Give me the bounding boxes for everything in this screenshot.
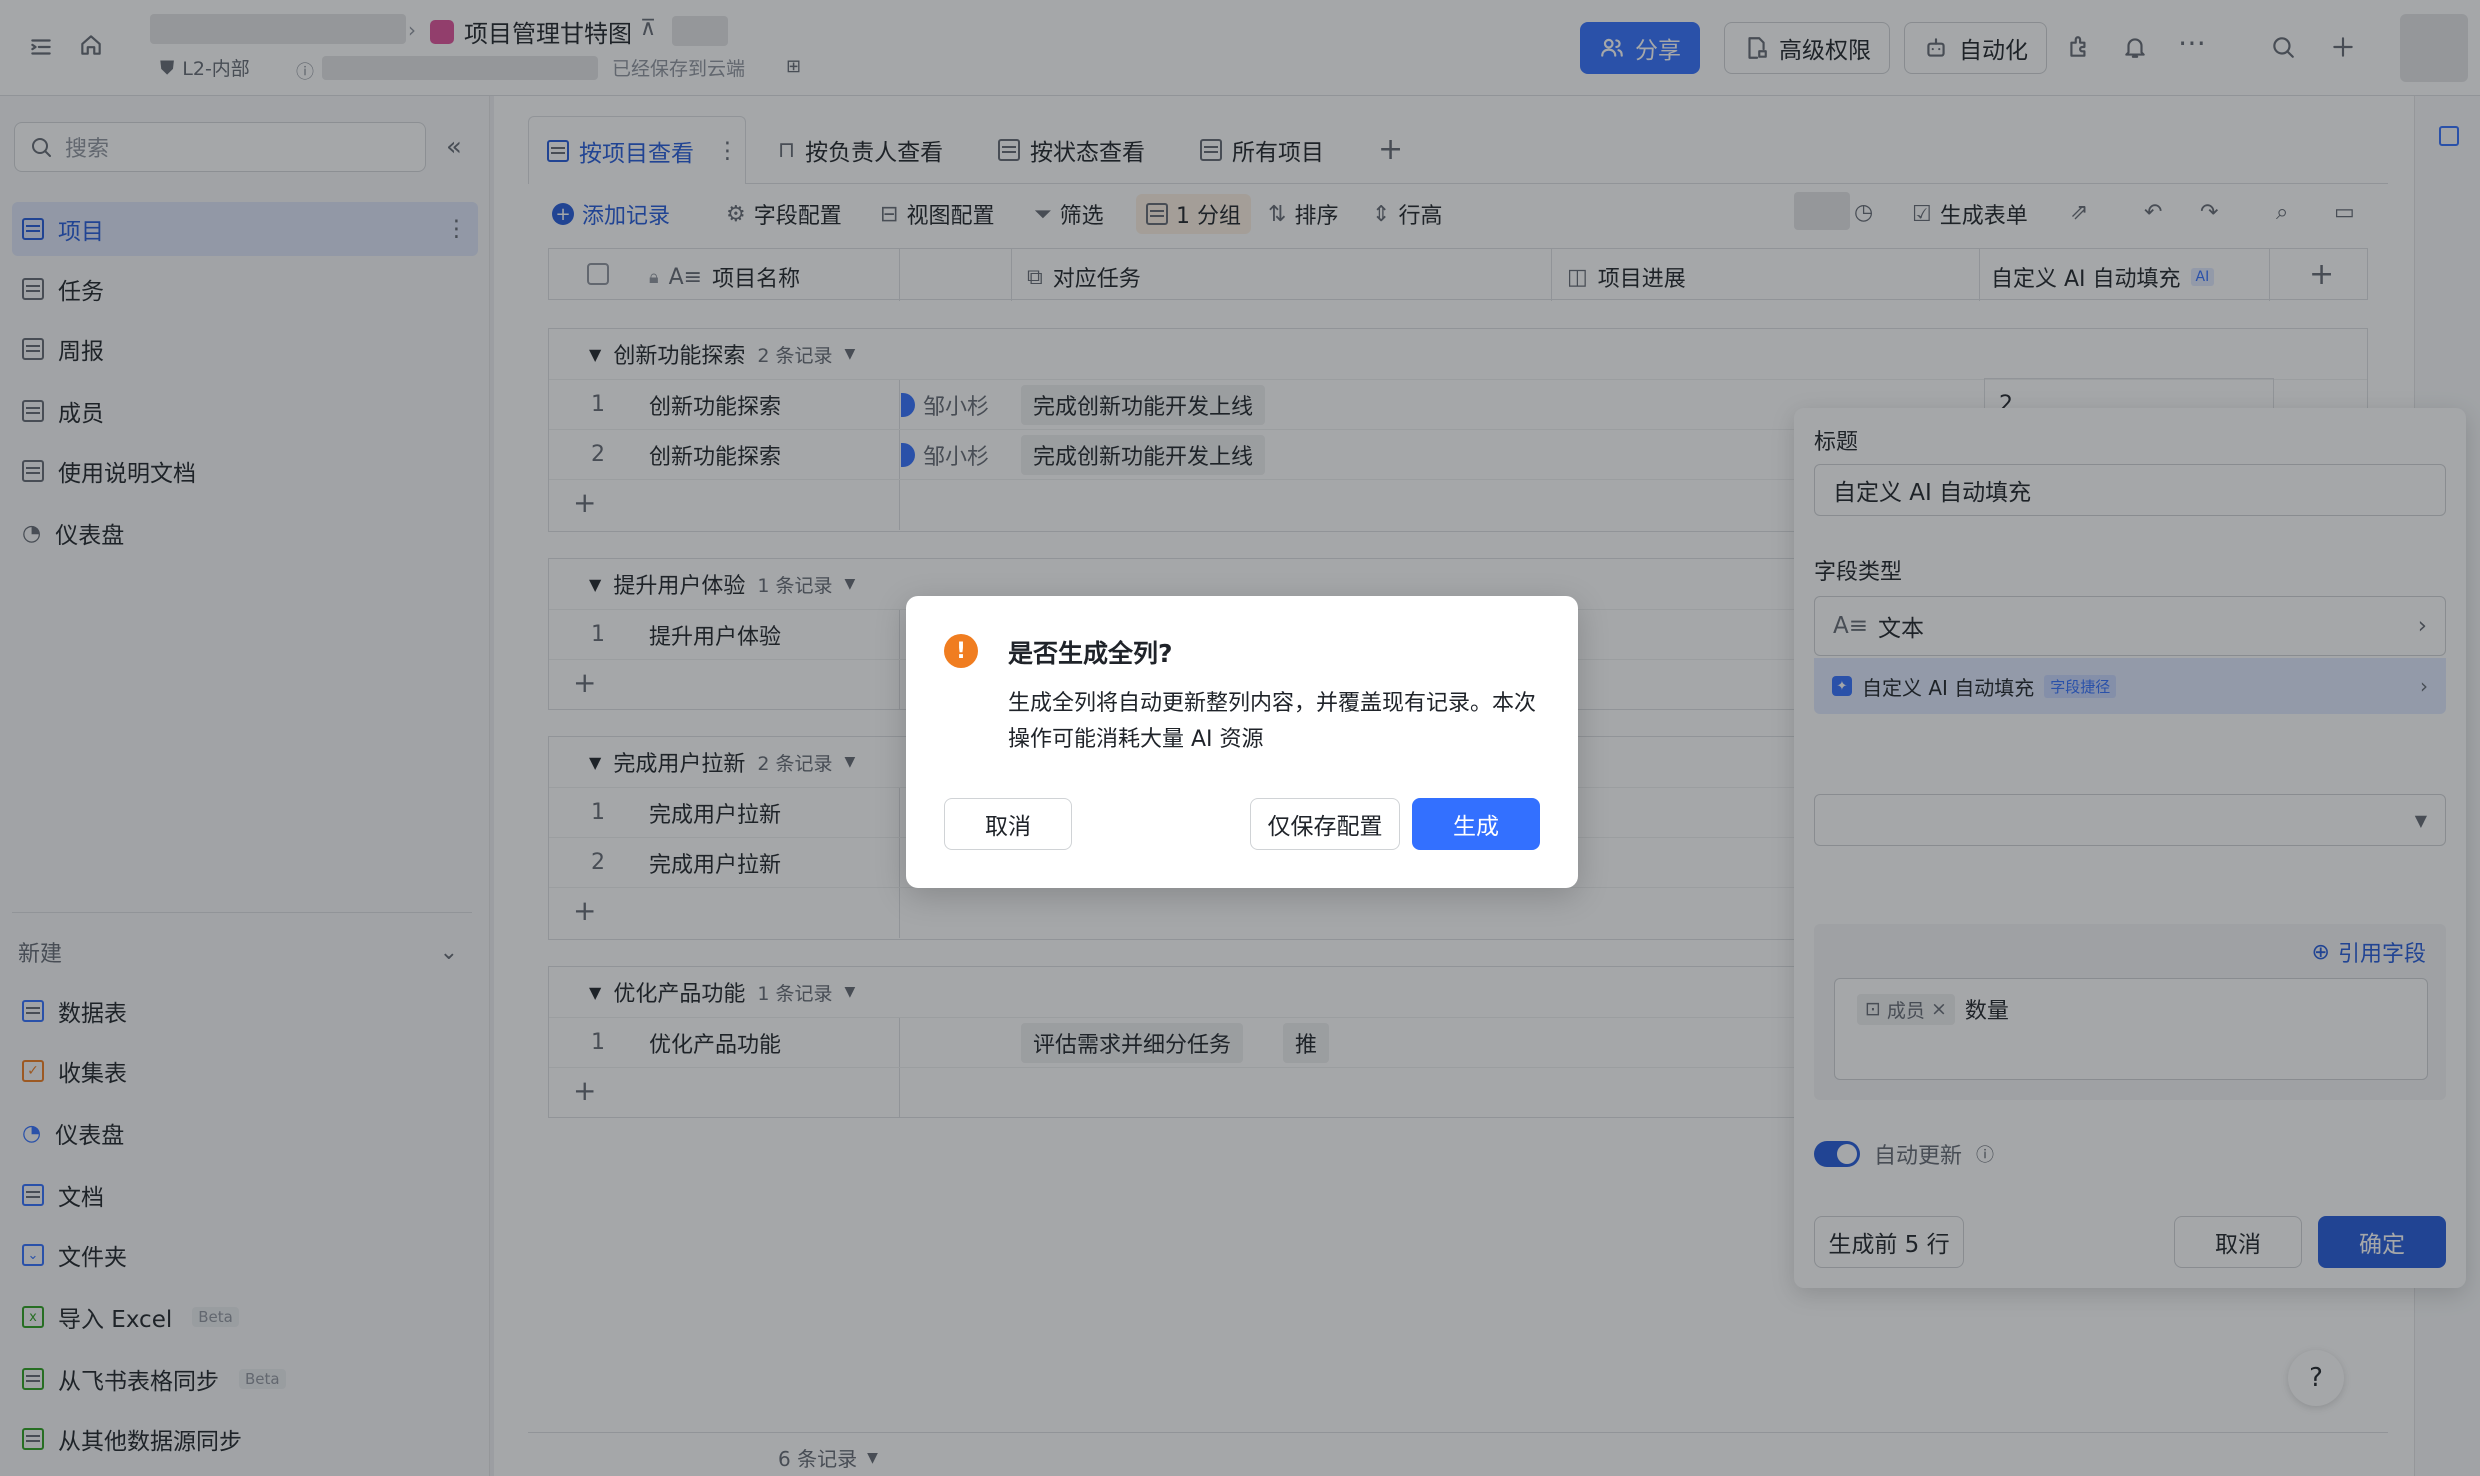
generate-column-dialog: ! 是否生成全列? 生成全列将自动更新整列内容，并覆盖现有记录。本次操作可能消耗… <box>906 596 1578 888</box>
dialog-cancel-button[interactable]: 取消 <box>944 798 1072 850</box>
dialog-generate-button[interactable]: 生成 <box>1412 798 1540 850</box>
dialog-body: 生成全列将自动更新整列内容，并覆盖现有记录。本次操作可能消耗大量 AI 资源 <box>1008 691 1537 752</box>
dialog-title: 是否生成全列? <box>1008 639 1173 668</box>
warning-icon: ! <box>944 634 978 668</box>
dialog-save-only-button[interactable]: 仅保存配置 <box>1250 798 1400 850</box>
